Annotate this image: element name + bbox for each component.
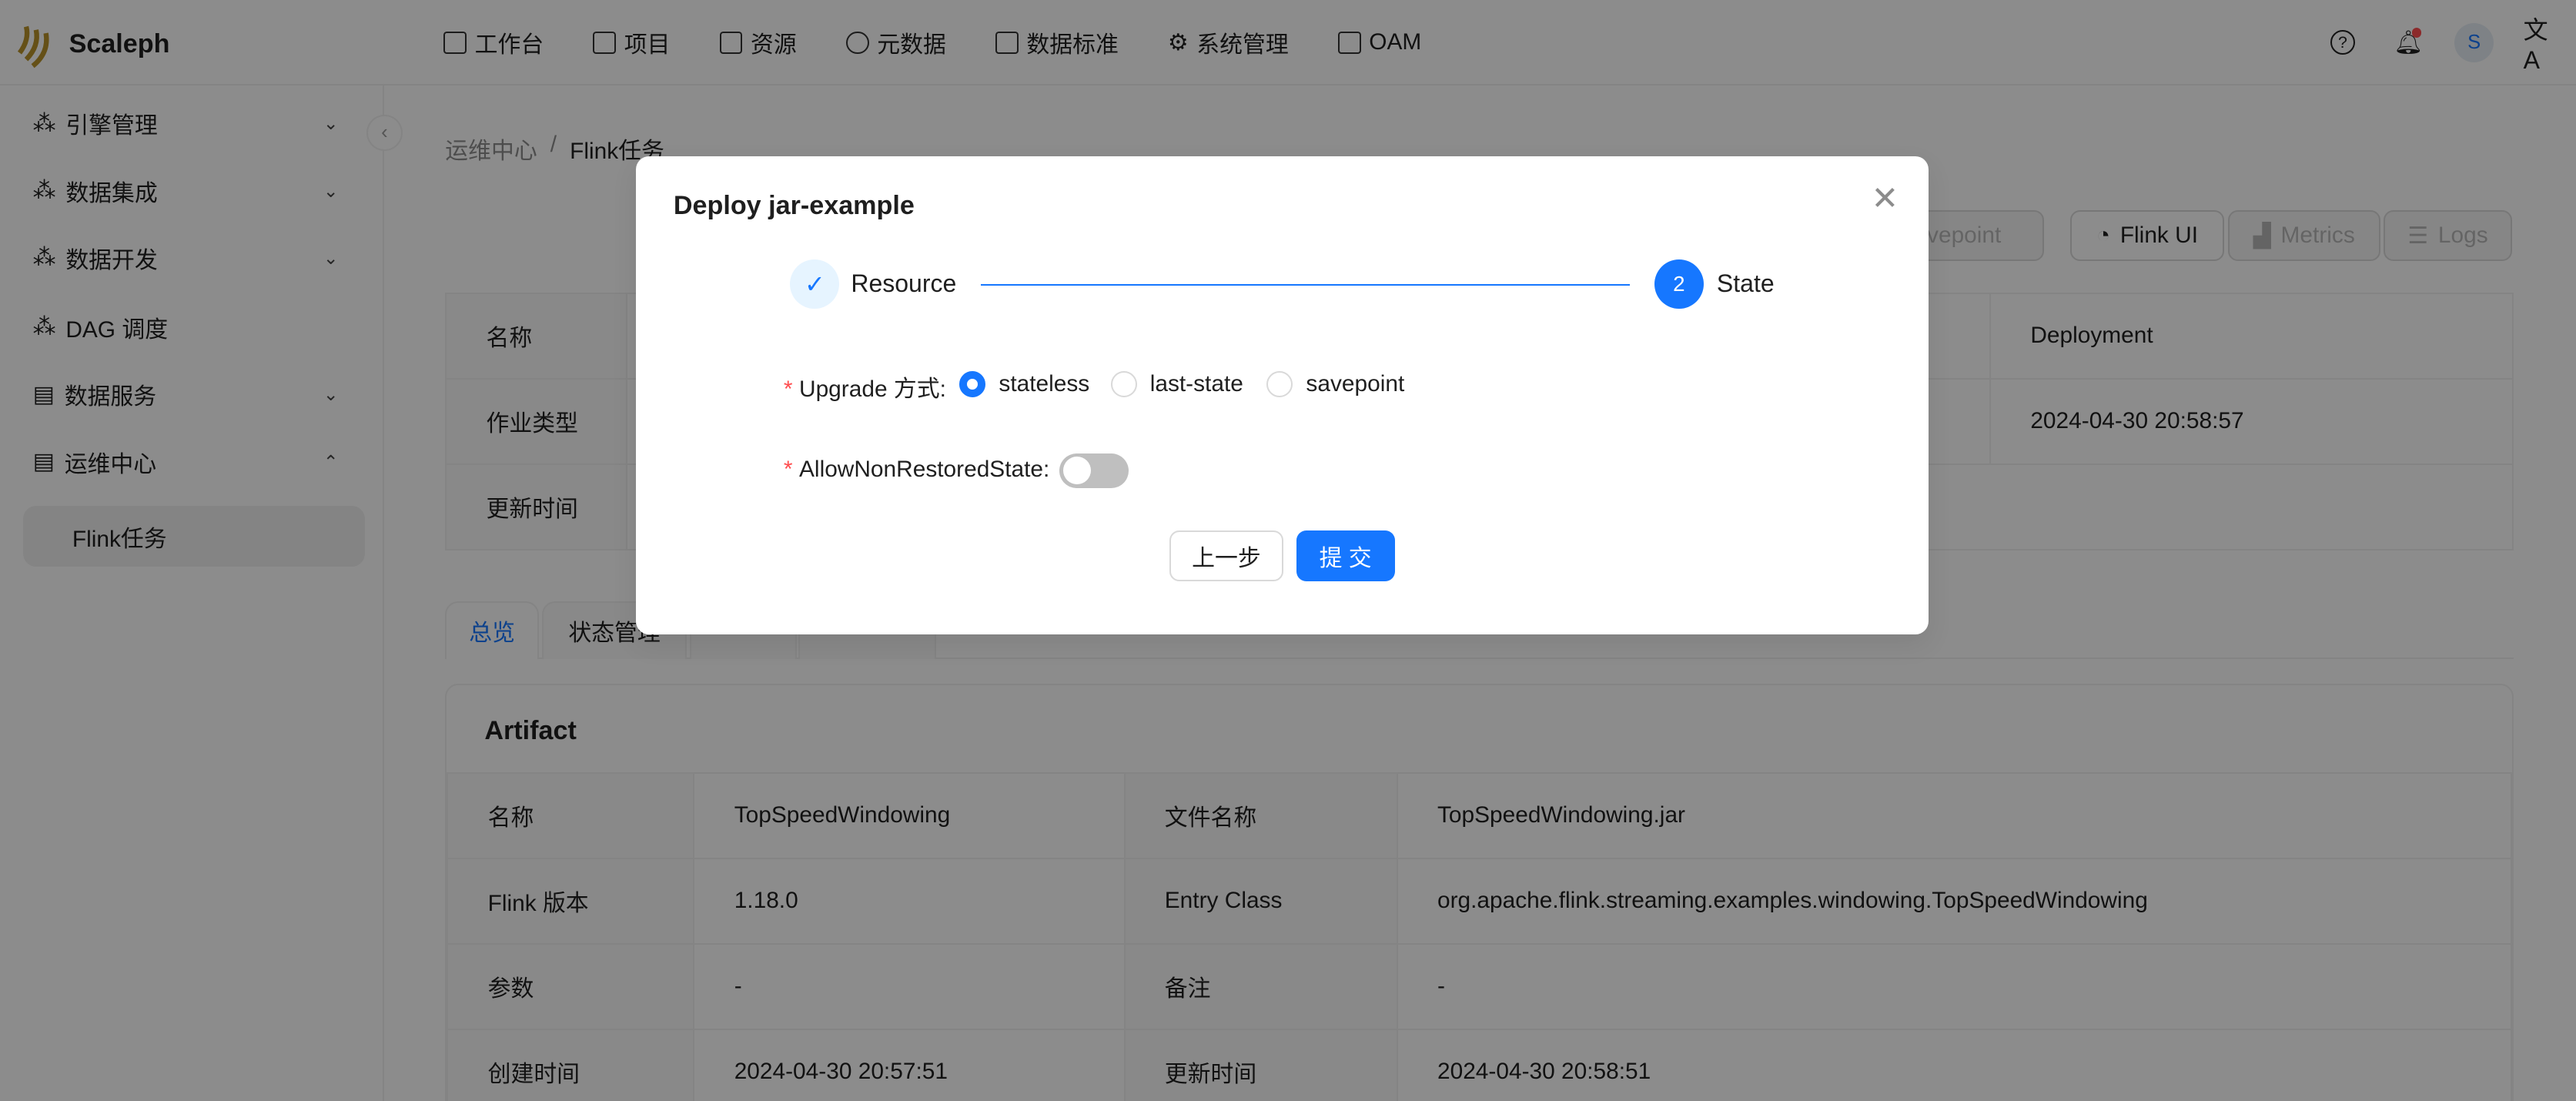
step-connector [980,284,1630,286]
radio-circle[interactable] [1266,371,1293,398]
radio-stateless[interactable]: stateless [959,371,1090,398]
switch-knob [1062,457,1091,485]
step-state: State [1716,269,1775,297]
allow-non-restored-state-switch[interactable] [1059,453,1129,488]
radio-label: savepoint [1306,371,1405,397]
step-number: 2 [1654,259,1704,310]
label-text: AllowNonRestoredState: [799,457,1050,483]
label-text: Upgrade 方式: [799,376,946,403]
close-icon[interactable]: ✕ [1872,182,1899,216]
step-resource: Resource [851,269,957,297]
radio-last-state[interactable]: last-state [1110,371,1243,398]
allow-label: * AllowNonRestoredState: [783,457,1050,483]
radio-label: last-state [1149,371,1243,397]
modal-title: Deploy jar-example [673,190,915,220]
radio-savepoint[interactable]: savepoint [1266,371,1405,398]
radio-circle[interactable] [959,371,986,398]
submit-button[interactable]: 提 交 [1296,530,1395,582]
prev-button[interactable]: 上一步 [1169,530,1283,582]
radio-circle[interactable] [1110,371,1137,398]
radio-label: stateless [999,371,1090,397]
deploy-modal: Deploy jar-example ✕ ✓ Resource 2 State … [635,156,1929,634]
check-icon: ✓ [790,259,840,310]
upgrade-label: * Upgrade 方式: [783,376,946,403]
